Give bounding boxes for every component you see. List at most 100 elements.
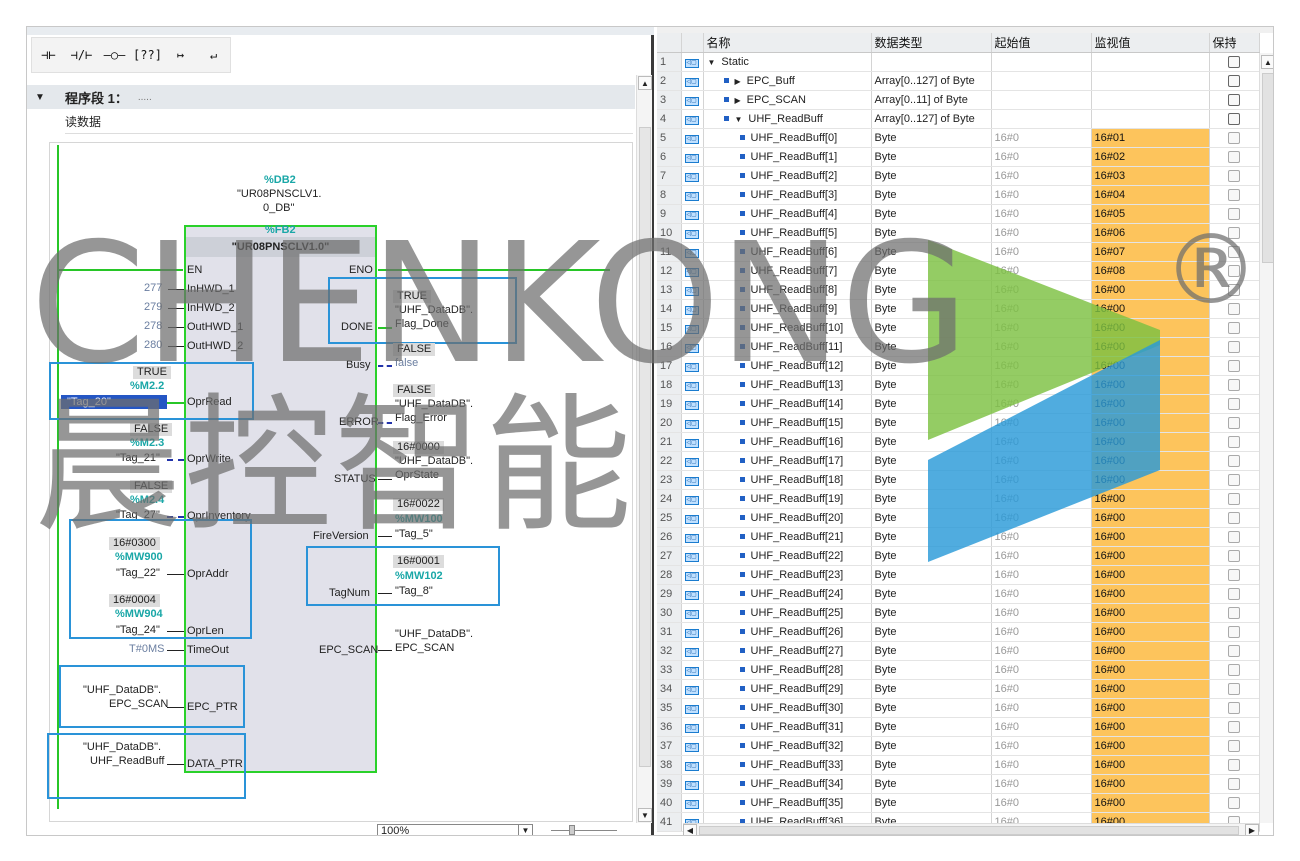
start-value-cell[interactable]: 16#0 — [991, 641, 1092, 661]
start-value-cell[interactable]: 16#0 — [991, 280, 1092, 300]
member-name-cell[interactable]: ▼ UHF_ReadBuff — [703, 109, 872, 129]
member-name-cell[interactable]: ▶ EPC_Buff — [703, 71, 872, 91]
start-value-cell[interactable]: 16#0 — [991, 622, 1092, 642]
member-name-cell[interactable]: UHF_ReadBuff[9] — [703, 299, 872, 319]
inhwd1-value[interactable]: 277 — [144, 282, 162, 295]
zoom-slider-handle[interactable] — [569, 825, 575, 835]
retain-checkbox[interactable] — [1228, 169, 1240, 182]
member-name-cell[interactable]: UHF_ReadBuff[16] — [703, 432, 872, 452]
data-type-cell[interactable]: Array[0..127] of Byte — [871, 109, 992, 129]
table-row[interactable]: 30 ◁▢ UHF_ReadBuff[25] Byte 16#0 16#00 — [657, 603, 1260, 623]
start-value-cell[interactable]: 16#0 — [991, 489, 1092, 509]
expand-right-icon[interactable]: ▶ — [735, 96, 741, 105]
table-row[interactable]: 14 ◁▢ UHF_ReadBuff[9] Byte 16#0 16#00 — [657, 299, 1260, 319]
start-value-cell[interactable] — [991, 90, 1092, 110]
open-branch-icon[interactable]: ↦ — [164, 38, 197, 72]
table-row[interactable]: 32 ◁▢ UHF_ReadBuff[27] Byte 16#0 16#00 — [657, 641, 1260, 661]
start-value-cell[interactable]: 16#0 — [991, 660, 1092, 680]
table-vertical-scrollbar[interactable]: ▲ — [1259, 53, 1273, 823]
retain-checkbox[interactable] — [1228, 587, 1240, 600]
header-monitor[interactable]: 监视值 — [1091, 33, 1210, 53]
table-row[interactable]: 1 ◁▢ ▼ Static — [657, 52, 1260, 72]
member-name-cell[interactable]: UHF_ReadBuff[28] — [703, 660, 872, 680]
start-value-cell[interactable]: 16#0 — [991, 356, 1092, 376]
table-horizontal-scrollbar[interactable]: ◀ ▶ — [683, 823, 1259, 835]
table-row[interactable]: 37 ◁▢ UHF_ReadBuff[32] Byte 16#0 16#00 — [657, 736, 1260, 756]
start-value-cell[interactable]: 16#0 — [991, 508, 1092, 528]
start-value-cell[interactable]: 16#0 — [991, 375, 1092, 395]
retain-checkbox[interactable] — [1228, 454, 1240, 467]
table-row[interactable]: 23 ◁▢ UHF_ReadBuff[18] Byte 16#0 16#00 — [657, 470, 1260, 490]
start-value-cell[interactable]: 16#0 — [991, 432, 1092, 452]
table-row[interactable]: 17 ◁▢ UHF_ReadBuff[12] Byte 16#0 16#00 — [657, 356, 1260, 376]
table-row[interactable]: 31 ◁▢ UHF_ReadBuff[26] Byte 16#0 16#00 — [657, 622, 1260, 642]
member-name-cell[interactable]: UHF_ReadBuff[24] — [703, 584, 872, 604]
retain-checkbox[interactable] — [1228, 625, 1240, 638]
start-value-cell[interactable]: 16#0 — [991, 603, 1092, 623]
retain-checkbox[interactable] — [1228, 777, 1240, 790]
data-type-cell[interactable]: Byte — [871, 489, 992, 509]
data-type-cell[interactable]: Byte — [871, 166, 992, 186]
member-name-cell[interactable]: UHF_ReadBuff[32] — [703, 736, 872, 756]
data-type-cell[interactable]: Byte — [871, 128, 992, 148]
scroll-left-icon[interactable]: ◀ — [683, 824, 697, 835]
data-type-cell[interactable]: Byte — [871, 318, 992, 338]
scroll-thumb[interactable] — [639, 127, 651, 767]
table-row[interactable]: 38 ◁▢ UHF_ReadBuff[33] Byte 16#0 16#00 — [657, 755, 1260, 775]
member-name-cell[interactable]: UHF_ReadBuff[29] — [703, 679, 872, 699]
data-type-cell[interactable]: Byte — [871, 356, 992, 376]
data-type-cell[interactable]: Byte — [871, 470, 992, 490]
table-row[interactable]: 18 ◁▢ UHF_ReadBuff[13] Byte 16#0 16#00 — [657, 375, 1260, 395]
table-row[interactable]: 35 ◁▢ UHF_ReadBuff[30] Byte 16#0 16#00 — [657, 698, 1260, 718]
start-value-cell[interactable] — [991, 52, 1092, 72]
expand-down-icon[interactable]: ▼ — [708, 58, 716, 67]
oprlen-tag[interactable]: "Tag_24" — [116, 624, 160, 637]
data-type-cell[interactable]: Byte — [871, 527, 992, 547]
data-type-cell[interactable]: Byte — [871, 736, 992, 756]
start-value-cell[interactable]: 16#0 — [991, 755, 1092, 775]
data-type-cell[interactable]: Byte — [871, 394, 992, 414]
retain-checkbox[interactable] — [1228, 796, 1240, 809]
data-type-cell[interactable]: Byte — [871, 622, 992, 642]
retain-checkbox[interactable] — [1228, 511, 1240, 524]
data-type-cell[interactable]: Byte — [871, 641, 992, 661]
dataptr-line2[interactable]: UHF_ReadBuff — [90, 755, 164, 768]
member-name-cell[interactable]: UHF_ReadBuff[13] — [703, 375, 872, 395]
member-name-cell[interactable]: UHF_ReadBuff[26] — [703, 622, 872, 642]
table-row[interactable]: 4 ◁▢ ▼ UHF_ReadBuff Array[0..127] of Byte — [657, 109, 1260, 129]
table-row[interactable]: 9 ◁▢ UHF_ReadBuff[4] Byte 16#0 16#05 — [657, 204, 1260, 224]
coil-icon[interactable]: –○– — [98, 38, 131, 72]
header-start[interactable]: 起始值 — [991, 33, 1092, 53]
data-type-cell[interactable] — [871, 52, 992, 72]
table-row[interactable]: 39 ◁▢ UHF_ReadBuff[34] Byte 16#0 16#00 — [657, 774, 1260, 794]
data-type-cell[interactable]: Byte — [871, 432, 992, 452]
member-name-cell[interactable]: UHF_ReadBuff[25] — [703, 603, 872, 623]
retain-checkbox[interactable] — [1228, 549, 1240, 562]
scroll-thumb[interactable] — [699, 826, 1239, 835]
member-name-cell[interactable]: UHF_ReadBuff[19] — [703, 489, 872, 509]
member-name-cell[interactable]: UHF_ReadBuff[3] — [703, 185, 872, 205]
table-row[interactable]: 7 ◁▢ UHF_ReadBuff[2] Byte 16#0 16#03 — [657, 166, 1260, 186]
start-value-cell[interactable]: 16#0 — [991, 698, 1092, 718]
retain-checkbox[interactable] — [1228, 568, 1240, 581]
member-name-cell[interactable]: UHF_ReadBuff[6] — [703, 242, 872, 262]
start-value-cell[interactable]: 16#0 — [991, 318, 1092, 338]
start-value-cell[interactable]: 16#0 — [991, 413, 1092, 433]
retain-checkbox[interactable] — [1228, 245, 1240, 258]
table-row[interactable]: 15 ◁▢ UHF_ReadBuff[10] Byte 16#0 16#00 — [657, 318, 1260, 338]
oprread-tag[interactable]: "Tag_20" — [61, 395, 167, 409]
member-name-cell[interactable]: UHF_ReadBuff[14] — [703, 394, 872, 414]
start-value-cell[interactable]: 16#0 — [991, 223, 1092, 243]
editor-vertical-scrollbar[interactable]: ▲ ▼ — [636, 75, 652, 823]
table-row[interactable]: 5 ◁▢ UHF_ReadBuff[0] Byte 16#0 16#01 — [657, 128, 1260, 148]
header-retain[interactable]: 保持 — [1209, 33, 1260, 53]
retain-checkbox[interactable] — [1228, 340, 1240, 353]
retain-checkbox[interactable] — [1228, 492, 1240, 505]
table-row[interactable]: 8 ◁▢ UHF_ReadBuff[3] Byte 16#0 16#04 — [657, 185, 1260, 205]
retain-checkbox[interactable] — [1228, 74, 1240, 87]
table-row[interactable]: 36 ◁▢ UHF_ReadBuff[31] Byte 16#0 16#00 — [657, 717, 1260, 737]
retain-checkbox[interactable] — [1228, 321, 1240, 334]
tagnum-tag[interactable]: "Tag_8" — [395, 585, 433, 598]
start-value-cell[interactable]: 16#0 — [991, 527, 1092, 547]
table-row[interactable]: 10 ◁▢ UHF_ReadBuff[5] Byte 16#0 16#06 — [657, 223, 1260, 243]
